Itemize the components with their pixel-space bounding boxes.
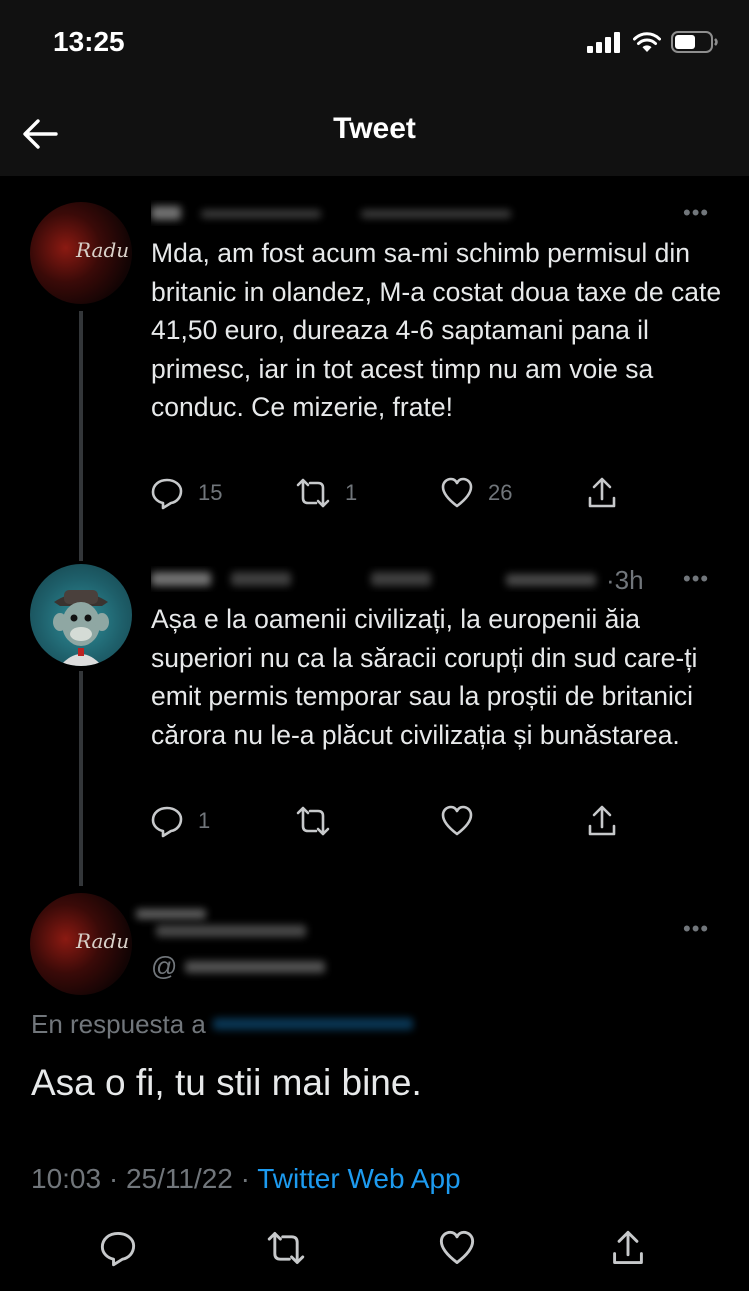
more-options-icon[interactable]: ••• [683, 200, 709, 226]
share-icon [588, 805, 616, 836]
author-name-redacted[interactable]: ·3h [151, 566, 671, 592]
main-author-name-redacted[interactable] [136, 905, 336, 939]
more-options-icon[interactable]: ••• [683, 566, 709, 592]
status-icons [587, 30, 719, 54]
main-tweet-avatar[interactable]: Radu [30, 893, 132, 995]
share-icon [588, 477, 616, 508]
tweet-timestamp: 10:03 · 25/11/22 · [31, 1163, 258, 1194]
tweet-meta: 10:03 · 25/11/22 · Twitter Web App [31, 1163, 461, 1195]
retweet-button[interactable] [295, 804, 345, 838]
battery-icon [671, 31, 718, 53]
reply-to-handle-redacted[interactable] [213, 1018, 414, 1030]
retweet-icon [296, 478, 330, 508]
like-button[interactable] [440, 804, 488, 838]
reply-icon[interactable] [99, 1229, 137, 1267]
author-name-redacted[interactable] [151, 200, 531, 226]
status-bar: 13:25 [0, 0, 749, 90]
retweet-icon[interactable] [265, 1229, 307, 1267]
tweet-source-link[interactable]: Twitter Web App [257, 1163, 460, 1194]
tweet-body: Așa e la oamenii civilizați, la europeni… [151, 604, 698, 750]
status-time: 13:25 [53, 26, 125, 57]
tweet-actions: 15 1 26 [150, 476, 620, 516]
reply-to-line: En respuesta a [31, 1009, 414, 1040]
more-options-icon[interactable]: ••• [683, 916, 709, 942]
avatar[interactable]: Radu [30, 202, 132, 304]
retweet-icon [296, 806, 330, 836]
tweet-body: Mda, am fost acum sa-mi schimb permisul … [151, 238, 722, 422]
heart-icon [441, 477, 473, 508]
avatar[interactable] [30, 564, 132, 666]
share-button[interactable] [587, 804, 617, 838]
retweet-count: 1 [345, 480, 358, 505]
like-button[interactable]: 26 [440, 476, 512, 510]
retweet-button[interactable]: 1 [295, 476, 357, 510]
like-count: 26 [488, 480, 513, 505]
share-button[interactable] [587, 476, 617, 510]
heart-icon[interactable] [438, 1229, 476, 1267]
reply-icon [151, 478, 183, 510]
share-icon[interactable] [611, 1229, 645, 1267]
avatar-signature: Radu [76, 929, 130, 953]
heart-icon [441, 805, 473, 836]
reply-icon [151, 806, 183, 838]
page-title: Tweet [333, 112, 416, 145]
reply-count: 1 [198, 808, 211, 833]
reply-button[interactable]: 1 [150, 804, 210, 838]
main-tweet-text: Asa o fi, tu stii mai bine. [31, 1062, 422, 1103]
wifi-icon [633, 32, 661, 52]
ape-avatar-icon [53, 590, 109, 666]
tweet-actions: 1 [150, 804, 620, 844]
main-author-handle[interactable]: @ [151, 951, 325, 982]
thread-tweet-2[interactable]: ·3h ••• Așa e la oamenii civilizați, la … [0, 556, 749, 886]
cellular-signal-icon [587, 32, 620, 53]
thread-tweet-1[interactable]: Radu ••• Mda, am fost acum sa-mi schimb … [0, 176, 749, 561]
avatar-signature: Radu [76, 238, 130, 262]
reply-count: 15 [198, 480, 223, 505]
reply-to-label: En respuesta a [31, 1009, 206, 1039]
reply-button[interactable]: 15 [150, 476, 222, 510]
top-header: Tweet [0, 90, 749, 176]
thread-connector-line [79, 671, 83, 886]
main-tweet-actions [0, 1225, 749, 1275]
thread-connector-line [79, 311, 83, 561]
tweet-time: ·3h [606, 566, 644, 592]
